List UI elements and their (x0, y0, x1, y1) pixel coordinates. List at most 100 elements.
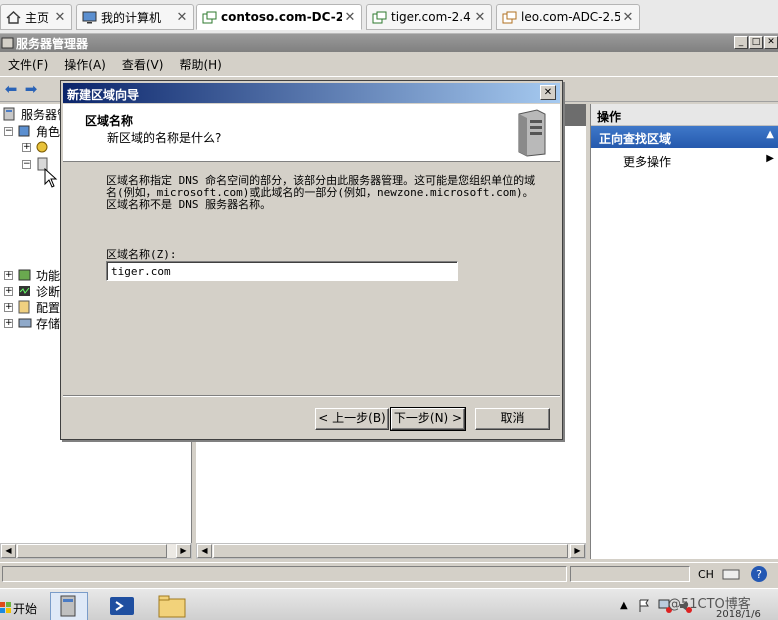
windows-logo-icon (0, 602, 11, 613)
server-manager-icon (60, 595, 76, 617)
tree-item-roles[interactable]: − 角色 (4, 123, 60, 139)
wizard-subheading: 新区域的名称是什么? (107, 131, 222, 145)
tree-label: 存储 (36, 316, 61, 331)
expand-icon[interactable]: + (4, 270, 13, 280)
svg-text:?: ? (756, 568, 762, 581)
vm-icon (372, 11, 387, 23)
scroll-right-icon[interactable]: ▶ (176, 544, 191, 558)
tab-contoso-dc[interactable]: contoso.com-DC-2.2 ✕ (196, 4, 362, 30)
window-title: 服务器管理器 (16, 36, 89, 51)
collapse-icon[interactable]: − (4, 126, 13, 136)
status-bar: CH ? (0, 562, 778, 584)
collapse-icon[interactable]: − (22, 159, 31, 169)
diagnostics-icon (19, 286, 30, 296)
close-icon[interactable]: ✕ (174, 10, 190, 25)
menu-help[interactable]: 帮助(H) (171, 56, 229, 73)
middle-horizontal-scrollbar[interactable]: ◀ ▶ (196, 543, 586, 559)
tab-tiger[interactable]: tiger.com-2.4 ✕ (366, 4, 492, 30)
close-window-button[interactable]: ✕ (764, 36, 778, 49)
taskbar: 开始 ▲ 2018/1/6 @51CTO博客 (0, 588, 778, 620)
menu-action[interactable]: 操作(A) (56, 56, 114, 73)
tab-label: 主页 (25, 10, 50, 25)
tab-leo-adc[interactable]: leo.com-ADC-2.5 ✕ (496, 4, 640, 30)
scroll-right-icon[interactable]: ▶ (570, 544, 585, 558)
taskbar-powershell[interactable] (104, 592, 142, 620)
dialog-titlebar: 新建区域向导 ✕ (63, 83, 560, 103)
server-manager-icon (3, 107, 15, 121)
tree-root[interactable]: 服务器管 (2, 106, 69, 122)
tab-label: 我的计算机 (101, 10, 162, 25)
vm-icon (202, 11, 217, 23)
vm-tab-strip: 主页 ✕ 我的计算机 ✕ contoso.com-DC-2.2 ✕ tiger.… (0, 0, 778, 34)
maximize-button[interactable]: □ (749, 36, 763, 49)
forward-arrow-icon[interactable]: ➡ (22, 81, 40, 97)
submenu-arrow-icon: ▶ (766, 153, 774, 164)
folder-icon (158, 595, 186, 618)
dialog-title: 新建区域向导 (67, 88, 140, 102)
status-section (2, 566, 567, 582)
start-label: 开始 (13, 601, 38, 616)
tree-item-configuration[interactable]: + 配置 (4, 299, 60, 315)
zone-name-label: 区域名称(Z): (106, 248, 177, 261)
roles-icon (18, 125, 30, 137)
tab-label: contoso.com-DC-2.2 (221, 10, 342, 24)
configuration-icon (18, 300, 30, 314)
tab-my-computer[interactable]: 我的计算机 ✕ (76, 4, 194, 30)
zone-name-input[interactable]: tiger.com (106, 261, 458, 281)
close-icon[interactable]: ✕ (472, 10, 488, 25)
back-arrow-icon[interactable]: ⬅ (2, 81, 20, 97)
tab-home[interactable]: 主页 ✕ (0, 4, 72, 30)
more-actions-item[interactable]: 更多操作 ▶ (591, 148, 778, 175)
expand-icon[interactable]: + (22, 142, 31, 152)
expand-icon[interactable]: + (4, 318, 13, 328)
close-icon[interactable]: ✕ (620, 10, 636, 25)
tree-item-features[interactable]: + 功能 (4, 267, 60, 283)
tree-item-dns[interactable]: + (22, 139, 54, 155)
help-icon[interactable]: ? (750, 565, 768, 583)
keyboard-icon[interactable] (722, 567, 740, 581)
tree-item-diagnostics[interactable]: + 诊断 (4, 283, 60, 299)
computer-icon (82, 11, 97, 23)
wizard-description: 区域名称指定 DNS 命名空间的部分，该部分由此服务器管理。这可能是您组织单位的… (106, 174, 536, 211)
home-icon (6, 10, 21, 24)
actions-section-label: 正向查找区域 (599, 132, 672, 146)
wizard-heading: 区域名称 (85, 114, 134, 128)
taskbar-explorer[interactable] (154, 592, 192, 620)
window-titlebar: 服务器管理器 (0, 34, 778, 52)
tree-label: 功能 (36, 268, 61, 283)
expand-icon[interactable]: + (4, 286, 13, 296)
status-section (570, 566, 690, 582)
scroll-left-icon[interactable]: ◀ (1, 544, 16, 558)
server-manager-icon (1, 37, 14, 49)
tree-item-storage[interactable]: + 存储 (4, 315, 60, 331)
cancel-button[interactable]: 取消 (475, 408, 550, 430)
flag-icon[interactable] (638, 599, 650, 613)
dialog-close-button[interactable]: ✕ (540, 85, 556, 100)
taskbar-server-manager[interactable] (50, 592, 88, 620)
actions-section-forward-lookup[interactable]: 正向查找区域 ▲ (591, 126, 778, 148)
menu-view[interactable]: 查看(V) (114, 56, 172, 73)
dialog-separator (63, 395, 560, 397)
back-button[interactable]: < 上一步(B) (315, 408, 389, 430)
tab-label: tiger.com-2.4 (391, 10, 471, 24)
close-icon[interactable]: ✕ (52, 10, 68, 25)
tree-label: 配置 (36, 300, 61, 315)
features-icon (18, 269, 31, 281)
actions-pane: 操作 正向查找区域 ▲ 更多操作 ▶ (590, 104, 778, 559)
language-indicator[interactable]: CH (698, 568, 714, 581)
minimize-button[interactable]: _ (734, 36, 748, 49)
left-horizontal-scrollbar[interactable]: ◀ ▶ (0, 543, 192, 559)
more-actions-label: 更多操作 (623, 155, 672, 169)
show-hidden-icons[interactable]: ▲ (620, 600, 628, 611)
actions-header: 操作 (591, 104, 778, 126)
expand-icon[interactable]: + (4, 302, 13, 312)
scroll-thumb[interactable] (17, 544, 167, 558)
close-icon[interactable]: ✕ (342, 10, 358, 25)
collapse-up-icon[interactable]: ▲ (766, 129, 774, 140)
start-button[interactable]: 开始 (0, 597, 40, 619)
scroll-left-icon[interactable]: ◀ (197, 544, 212, 558)
menu-file[interactable]: 文件(F) (0, 56, 56, 73)
scroll-thumb[interactable] (213, 544, 568, 558)
next-button[interactable]: 下一步(N) > (390, 407, 466, 431)
wizard-header: 区域名称 新区域的名称是什么? (63, 104, 560, 162)
